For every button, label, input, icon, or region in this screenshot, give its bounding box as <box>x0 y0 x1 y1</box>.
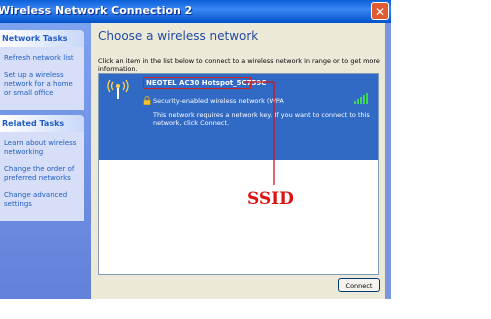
instructions-text: Click an item in the list below to conne… <box>98 57 380 73</box>
network-ssid: NEOTEL AC30 Hotspot_5C759C <box>143 77 266 89</box>
network-tasks-body: Refresh network list Set up a wireless n… <box>0 47 84 110</box>
network-tasks-panel: Network Tasks Refresh network list Set u… <box>0 30 84 110</box>
network-tasks-header[interactable]: Network Tasks <box>0 30 84 47</box>
wireless-connection-window: Wireless Network Connection 2 ✕ Network … <box>0 0 391 299</box>
title-bar[interactable]: Wireless Network Connection 2 ✕ <box>0 0 391 23</box>
setup-wireless-network-link[interactable]: Set up a wireless network for a home or … <box>0 69 84 104</box>
related-tasks-header[interactable]: Related Tasks <box>0 115 84 132</box>
network-info-text: This network requires a network key. If … <box>153 111 370 127</box>
main-panel: Choose a wireless network Click an item … <box>91 23 385 299</box>
ssid-annotation-label: SSID <box>247 189 294 209</box>
sidebar: Network Tasks Refresh network list Set u… <box>0 23 91 299</box>
related-tasks-body: Learn about wireless networking Change t… <box>0 132 84 221</box>
close-icon[interactable]: ✕ <box>371 2 389 20</box>
wireless-antenna-icon <box>107 79 129 99</box>
signal-strength-icon <box>354 93 368 104</box>
change-advanced-settings-link[interactable]: Change advanced settings <box>0 189 84 215</box>
network-item-selected[interactable]: NEOTEL AC30 Hotspot_5C759C Security-enab… <box>99 74 378 160</box>
related-tasks-panel: Related Tasks Learn about wireless netwo… <box>0 115 84 221</box>
lock-icon <box>143 96 151 105</box>
page-title: Choose a wireless network <box>98 29 259 43</box>
refresh-network-list-link[interactable]: Refresh network list <box>0 52 84 69</box>
window-title: Wireless Network Connection 2 <box>0 4 193 17</box>
network-list[interactable]: NEOTEL AC30 Hotspot_5C759C Security-enab… <box>98 73 379 275</box>
learn-wireless-link[interactable]: Learn about wireless networking <box>0 137 84 163</box>
network-security-text: Security-enabled wireless network (WPA <box>153 97 284 105</box>
connect-button[interactable]: Connect <box>338 278 380 292</box>
change-order-link[interactable]: Change the order of preferred networks <box>0 163 84 189</box>
